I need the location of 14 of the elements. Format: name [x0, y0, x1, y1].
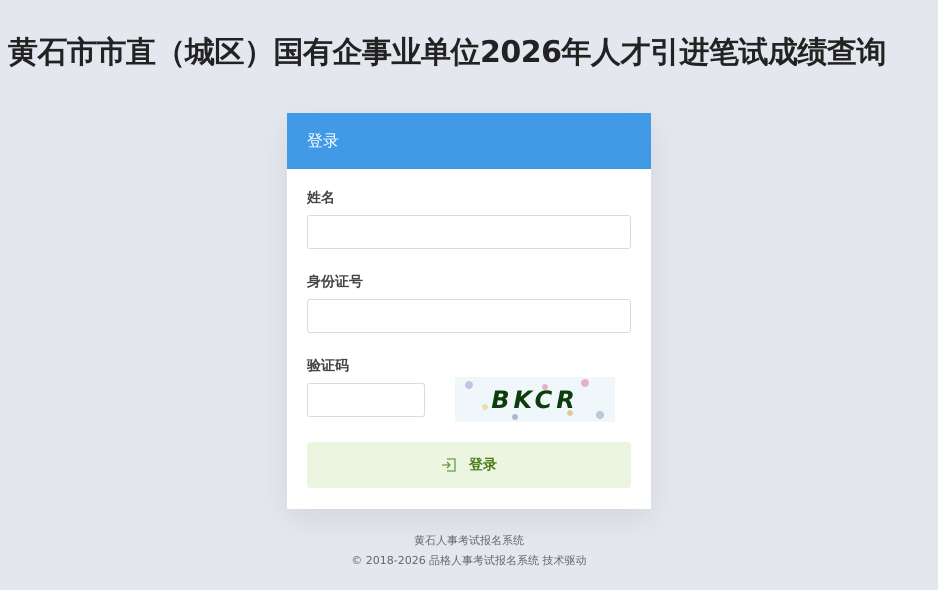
footer-text: 黄石人事考试报名系统	[414, 533, 524, 549]
input-field[interactable]	[307, 299, 631, 333]
login-button[interactable]: 登录	[307, 442, 631, 488]
card-title: 登录	[307, 130, 339, 152]
input-field[interactable]	[307, 215, 631, 249]
footer-text: © 2018-2026 品格人事考试报名系统 技术驱动	[351, 552, 587, 568]
page-title: 黄石市市直（城区）国有企事业单位2026年人才引进笔试成绩查询	[8, 34, 886, 72]
login-icon	[441, 457, 457, 473]
captcha-image[interactable]: BKCR	[455, 377, 615, 422]
captcha-field[interactable]	[307, 383, 425, 417]
field-label: 验证码	[307, 357, 350, 375]
field-label: 姓名	[307, 189, 336, 207]
field-label: 身份证号	[307, 273, 364, 291]
captcha-text: BKCR	[491, 384, 579, 416]
